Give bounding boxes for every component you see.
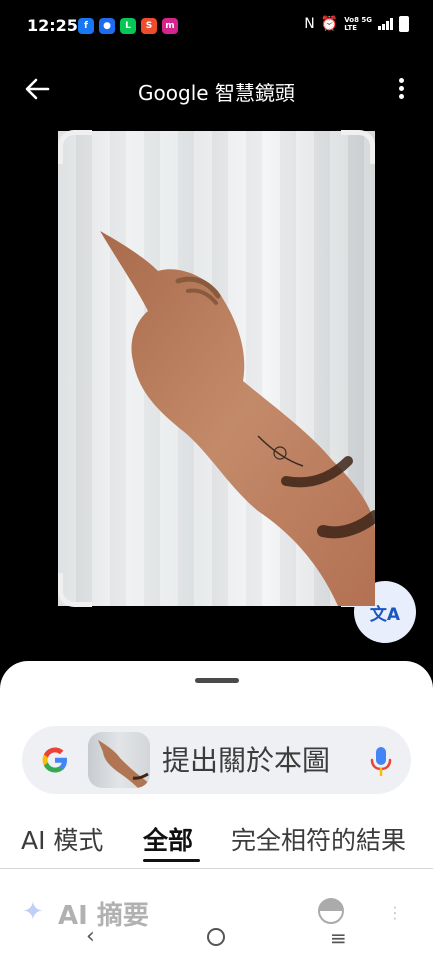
- momo-icon: m: [162, 18, 178, 34]
- sheet-drag-handle[interactable]: [195, 678, 239, 683]
- thumbnail-image: [98, 740, 150, 788]
- status-bar: 12:25 f ● L S m N ⏰ Vo8 5G LTE: [0, 0, 433, 52]
- google-g-icon: [42, 747, 67, 773]
- search-bar[interactable]: 提出關於本圖: [22, 726, 411, 794]
- nav-home-icon[interactable]: [207, 928, 225, 946]
- system-nav-bar: ‹ ≡: [0, 918, 433, 960]
- nav-recents-icon[interactable]: ≡: [330, 926, 347, 950]
- tab-exact-matches[interactable]: 完全相符的結果: [231, 821, 406, 857]
- status-time: 12:25: [27, 16, 78, 35]
- screen: 12:25 f ● L S m N ⏰ Vo8 5G LTE Google 智慧…: [0, 0, 433, 960]
- mic-icon[interactable]: [369, 745, 393, 777]
- search-input[interactable]: 提出關於本圖: [162, 744, 342, 780]
- active-tab-indicator: [143, 859, 200, 862]
- facebook-icon: f: [78, 18, 94, 34]
- alarm-icon: ⏰: [320, 16, 339, 32]
- shopee-icon: S: [141, 18, 157, 34]
- messenger-icon: ●: [99, 18, 115, 34]
- tab-all[interactable]: 全部: [143, 821, 193, 857]
- signal-icon: [378, 18, 393, 30]
- tab-ai-mode[interactable]: AI 模式: [21, 821, 103, 857]
- tabs-divider: [0, 868, 433, 869]
- nav-back-icon[interactable]: ‹: [86, 924, 95, 949]
- network-label: Vo8 5G LTE: [344, 16, 372, 32]
- line-icon: L: [120, 18, 136, 34]
- page-title: Google 智慧鏡頭: [138, 81, 295, 105]
- result-tabs: AI 模式 全部 完全相符的結果: [0, 813, 433, 863]
- nfc-icon: N: [304, 16, 315, 32]
- arm-tattoo-image: [100, 231, 375, 606]
- status-right: N ⏰ Vo8 5G LTE: [304, 16, 409, 32]
- results-sheet: 提出關於本圖 AI 模式 全部 完全相符的結果 ✦ AI 摘要 ⋮ ‹ ≡: [0, 661, 433, 960]
- battery-icon: [399, 16, 409, 32]
- more-options-icon[interactable]: [397, 78, 405, 102]
- query-image-thumbnail[interactable]: [88, 732, 150, 788]
- lens-photo: [58, 131, 375, 606]
